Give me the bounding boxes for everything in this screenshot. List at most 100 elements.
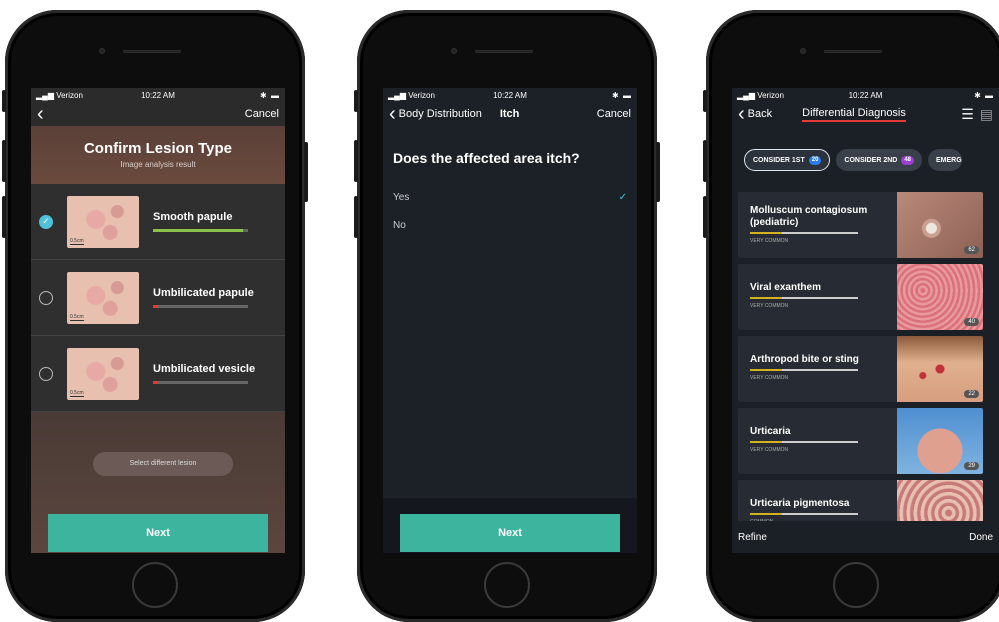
battery-area: ✱ ▬	[908, 91, 994, 100]
signal-icon: ▂▄▆	[388, 90, 409, 100]
frequency-label: VERY COMMON	[750, 375, 789, 381]
volume-down-button	[703, 196, 707, 238]
camera	[451, 48, 457, 54]
scale-label: 0.5cm	[70, 389, 84, 397]
lesion-thumbnail: 0.5cm	[67, 347, 139, 400]
carrier-label: ▂▄▆ Verizon	[737, 91, 823, 100]
tab-consider-1st[interactable]: CONSIDER 1ST 20	[744, 149, 831, 171]
diagnosis-name: Urticaria pigmentosa	[750, 498, 850, 509]
radio-unchecked-icon[interactable]	[39, 290, 53, 305]
diagnosis-underline	[750, 369, 858, 371]
image-count-badge: 22	[964, 390, 979, 398]
speaker	[123, 50, 181, 53]
status-bar: ▂▄▆ Verizon 10:22 AM ✱ ▬	[31, 88, 285, 102]
image-count-badge: 62	[964, 246, 979, 254]
itch-question-screen: ▂▄▆ Verizon 10:22 AM ✱ ▬ ‹ Body Distribu…	[383, 88, 637, 553]
bluetooth-battery-icons: ✱ ▬	[260, 90, 280, 100]
nav-bar: ‹ Back Differential Diagnosis ☰ ▤	[732, 102, 999, 126]
home-button[interactable]	[132, 562, 178, 608]
nav-title: Itch	[499, 108, 520, 120]
diagnosis-name: Molluscum contagiosum (pediatric)	[750, 205, 868, 228]
frequency-label: VERY COMMON	[750, 238, 789, 244]
lesion-option-umbilicated-papule[interactable]: 0.5cm Umbilicated papule	[31, 260, 285, 336]
mute-switch	[2, 90, 6, 112]
volume-up-button	[354, 140, 358, 182]
tab-label: CONSIDER 1ST	[753, 156, 805, 164]
back-chevron-icon[interactable]: ‹	[738, 104, 745, 124]
lesion-thumbnail: 0.5cm	[67, 195, 139, 248]
option-yes[interactable]: Yes ✓	[393, 192, 627, 203]
title-banner: Confirm Lesion Type Image analysis resul…	[31, 126, 285, 184]
phone-frame-2: ▂▄▆ Verizon 10:22 AM ✱ ▬ ‹ Body Distribu…	[354, 10, 660, 622]
cancel-button[interactable]: Cancel	[597, 108, 631, 120]
diagnosis-name: Urticaria	[750, 426, 791, 437]
volume-down-button	[354, 196, 358, 238]
match-bar	[153, 229, 248, 232]
lesion-label: Umbilicated vesicle	[153, 363, 256, 375]
tab-consider-2nd[interactable]: CONSIDER 2ND 48	[836, 149, 923, 171]
diagnosis-card[interactable]: Arthropod bite or sting VERY COMMON 22	[738, 336, 983, 402]
option-label: Yes	[393, 192, 410, 203]
card-view-icon[interactable]: ▤	[980, 106, 993, 123]
signal-icon: ▂▄▆	[737, 90, 758, 100]
diagnosis-name: Viral exanthem	[750, 282, 821, 293]
tab-label: EMERG	[936, 156, 962, 164]
lesion-option-umbilicated-vesicle[interactable]: 0.5cm Umbilicated vesicle	[31, 336, 285, 412]
cancel-button[interactable]: Cancel	[245, 108, 279, 120]
lesion-thumbnail: 0.5cm	[67, 271, 139, 324]
back-button[interactable]: Back	[748, 108, 772, 120]
home-button[interactable]	[484, 562, 530, 608]
diagnosis-underline	[750, 441, 858, 443]
status-time: 10:22 AM	[493, 90, 527, 100]
back-chevron-icon[interactable]: ‹	[389, 104, 396, 124]
power-button	[656, 142, 660, 202]
diagnosis-underline	[750, 513, 858, 515]
select-different-lesion-button[interactable]: Select different lesion	[93, 452, 233, 476]
diagnosis-card[interactable]: Molluscum contagiosum (pediatric) VERY C…	[738, 192, 983, 258]
back-chevron-icon[interactable]: ‹	[37, 104, 44, 124]
match-bar-fill	[153, 305, 158, 308]
radio-unchecked-icon[interactable]	[39, 366, 53, 381]
home-button[interactable]	[833, 562, 879, 608]
match-bar-fill	[153, 381, 157, 384]
carrier-text: Verizon	[56, 90, 83, 100]
diagnosis-card[interactable]: Urticaria VERY COMMON 29	[738, 408, 983, 474]
refine-button[interactable]: Refine	[738, 532, 767, 543]
frequency-label: VERY COMMON	[750, 303, 789, 309]
next-button[interactable]: Next	[48, 514, 268, 552]
status-bar: ▂▄▆ Verizon 10:22 AM ✱ ▬	[383, 88, 637, 102]
tab-count-badge: 48	[901, 155, 915, 165]
back-button[interactable]: Body Distribution	[399, 108, 482, 120]
next-button[interactable]: Next	[400, 514, 620, 552]
scale-label: 0.5cm	[70, 237, 84, 245]
page-title: Confirm Lesion Type	[83, 140, 233, 157]
done-button[interactable]: Done	[969, 532, 993, 543]
phone-frame-1: ▂▄▆ Verizon 10:22 AM ✱ ▬ ‹ Cancel Confir…	[2, 10, 308, 622]
nav-title: Differential Diagnosis	[802, 107, 906, 122]
option-no[interactable]: No	[393, 220, 627, 231]
mute-switch	[703, 90, 707, 112]
diagnosis-card[interactable]: Viral exanthem VERY COMMON 40	[738, 264, 983, 330]
option-label: No	[393, 220, 406, 231]
differential-diagnosis-screen: ▂▄▆ Verizon 10:22 AM ✱ ▬ ‹ Back Differen…	[732, 88, 999, 553]
lesion-option-smooth-papule[interactable]: ✓ 0.5cm Smooth papule	[31, 184, 285, 260]
carrier-label: ▂▄▆ Verizon	[36, 91, 117, 100]
match-bar	[153, 381, 248, 384]
radio-checked-icon[interactable]: ✓	[39, 214, 53, 229]
question-text: Does the affected area itch?	[393, 150, 580, 166]
nav-bar: ‹ Cancel	[31, 102, 285, 126]
camera	[800, 48, 806, 54]
scale-label: 0.5cm	[70, 313, 84, 321]
confirm-lesion-screen: ▂▄▆ Verizon 10:22 AM ✱ ▬ ‹ Cancel Confir…	[31, 88, 285, 553]
match-bar-fill	[153, 229, 244, 232]
bluetooth-battery-icons: ✱ ▬	[974, 90, 995, 100]
frequency-label: VERY COMMON	[750, 447, 789, 453]
signal-icon: ▂▄▆	[36, 90, 57, 100]
tab-emergency[interactable]: EMERG	[928, 149, 962, 171]
carrier-text: Verizon	[408, 90, 435, 100]
list-view-icon[interactable]: ☰	[961, 106, 974, 123]
status-time: 10:22 AM	[848, 90, 883, 100]
carrier-text: Verizon	[757, 90, 784, 100]
nav-bar: ‹ Body Distribution Itch Cancel	[383, 102, 637, 126]
volume-down-button	[2, 196, 6, 238]
